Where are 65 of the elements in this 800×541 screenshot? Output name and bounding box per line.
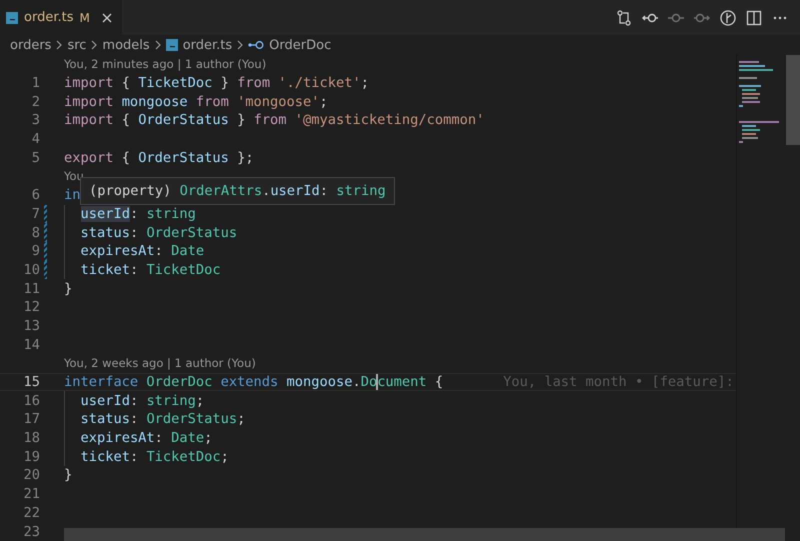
line-number: 18	[22, 430, 40, 446]
line-number: 15	[22, 374, 40, 390]
code-line: import { OrderStatus } from '@myasticketing/common'	[64, 112, 484, 128]
code-line: userId: string	[80, 206, 196, 222]
code-line: import mongoose from 'mongoose';	[64, 94, 328, 110]
scrollbar-thumb[interactable]	[786, 55, 800, 145]
typescript-file-icon	[6, 12, 18, 24]
line-number: 23	[22, 524, 40, 540]
blame-annotation[interactable]: You, 2 minutes ago | 1 author (You)	[64, 57, 266, 72]
text-caret	[376, 374, 378, 390]
line-number: 7	[30, 206, 40, 222]
line-number: 9	[30, 243, 40, 260]
editor-tab[interactable]: order.ts M	[0, 0, 122, 35]
typescript-file-icon	[166, 39, 178, 51]
code-line: import { TicketDoc } from './ticket';	[64, 75, 369, 92]
tab-label: order.ts	[24, 10, 74, 25]
line-number: 14	[22, 336, 40, 353]
breadcrumb-item[interactable]: orders	[10, 38, 52, 52]
line-number: 11	[22, 280, 40, 297]
code-line: expiresAt: Date;	[80, 430, 212, 446]
line-number: 20	[22, 467, 40, 484]
line-number: 16	[22, 392, 40, 409]
line-number: 3	[30, 112, 40, 128]
code-line: ticket: TicketDoc	[80, 262, 221, 278]
line-number: 1	[30, 75, 40, 92]
code-line: export { OrderStatus };	[64, 150, 254, 166]
code-line: userId: string;	[80, 392, 204, 409]
line-number: 13	[22, 318, 40, 334]
line-number: 10	[22, 262, 40, 278]
inline-blame: You, last month • [feature]:	[503, 374, 734, 390]
breadcrumb-item[interactable]: OrderDoc	[269, 38, 332, 52]
line-number: 4	[30, 131, 40, 148]
scrollbar-thumb[interactable]	[64, 528, 785, 541]
split-editor-icon[interactable]	[746, 10, 762, 26]
branch-circle-icon[interactable]	[720, 10, 736, 26]
code-line: }	[64, 280, 72, 297]
interface-symbol-icon	[248, 40, 264, 50]
code-line: expiresAt: Date	[80, 243, 204, 260]
chevron-icon	[56, 40, 62, 50]
breadcrumb-item[interactable]: src	[67, 38, 86, 52]
line-number: 21	[22, 486, 40, 502]
chevron-icon	[91, 40, 98, 50]
line-number: 6	[30, 187, 40, 204]
code-line: status: OrderStatus;	[80, 411, 246, 428]
breadcrumb-item[interactable]: models	[102, 38, 150, 52]
line-number: 19	[22, 448, 40, 465]
line-number: 22	[22, 504, 40, 521]
code-line: status: OrderStatus	[80, 224, 238, 241]
chevron-icon	[237, 40, 244, 50]
code-line: ticket: TicketDoc;	[80, 448, 229, 465]
hover-tooltip: (property) OrderAttrs.userId: string	[80, 177, 395, 205]
line-number: 8	[30, 224, 40, 241]
code-line: interface OrderDoc extends mongoose.Document {	[64, 374, 444, 390]
code-line: }	[64, 467, 72, 484]
line-number: 5	[30, 150, 40, 166]
line-number: 17	[22, 411, 40, 428]
code-line: in	[64, 187, 80, 204]
git-status: M	[79, 10, 90, 24]
close-icon[interactable]	[102, 12, 112, 22]
breadcrumb-item[interactable]: order.ts	[182, 38, 232, 52]
line-number: 12	[22, 299, 40, 316]
line-number: 2	[30, 94, 40, 110]
blame-annotation[interactable]: You, 2 weeks ago | 1 author (You)	[64, 356, 256, 370]
chevron-icon	[154, 40, 161, 50]
compare-changes-icon[interactable]	[616, 10, 632, 26]
